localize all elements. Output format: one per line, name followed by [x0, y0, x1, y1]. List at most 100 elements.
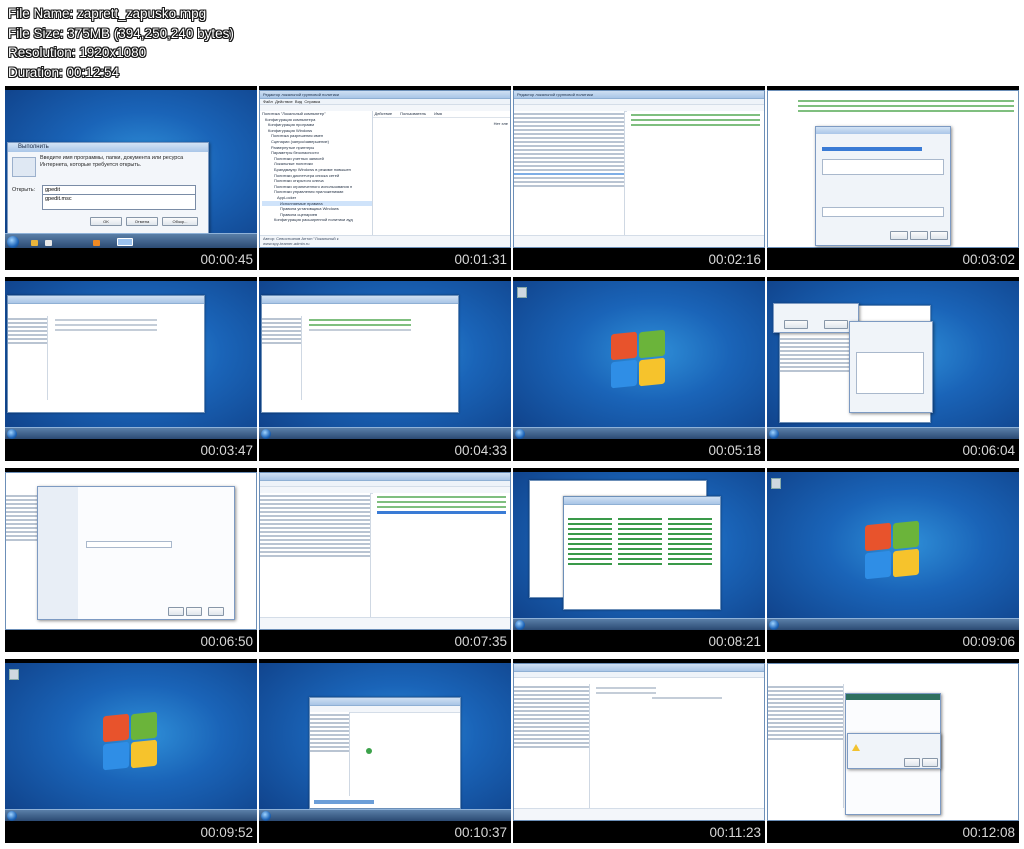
- settings-column: [568, 515, 612, 568]
- thumbnail-7[interactable]: 00:05:18: [513, 277, 765, 461]
- timestamp: 00:01:31: [454, 252, 507, 267]
- thumbnail-15[interactable]: 00:11:23: [513, 659, 765, 843]
- file-size: File Size: 375MB (394,250,240 bytes): [8, 25, 234, 41]
- busy-icon: [366, 748, 372, 754]
- start-orb-icon[interactable]: [769, 429, 779, 439]
- start-orb-icon[interactable]: [261, 811, 271, 821]
- description-field[interactable]: [822, 159, 944, 175]
- policy-tree: [8, 316, 49, 400]
- next-button[interactable]: [186, 607, 202, 616]
- recycle-bin-icon[interactable]: [9, 669, 19, 680]
- thumbnail-screen: Редактор локальной групповой политики: [513, 90, 765, 248]
- timestamp: 00:00:45: [200, 252, 253, 267]
- tree-item[interactable]: Конфигурация расширенной политики ауд: [262, 217, 372, 223]
- thumbnail-13[interactable]: 00:09:52: [5, 659, 257, 843]
- thumbnail-10[interactable]: 00:07:35: [259, 468, 511, 652]
- start-orb-icon[interactable]: [7, 811, 17, 821]
- taskbar: [767, 618, 1019, 630]
- menu-view[interactable]: Вид: [295, 99, 302, 104]
- column-name[interactable]: Имя: [434, 111, 442, 117]
- timestamp: 00:07:35: [454, 634, 507, 649]
- taskbar: [259, 427, 511, 439]
- start-orb-icon[interactable]: [515, 620, 525, 630]
- window-title: [260, 473, 510, 481]
- taskbar: [259, 809, 511, 821]
- column-action[interactable]: Действие: [375, 111, 393, 117]
- menu-action[interactable]: Действие: [275, 99, 293, 104]
- properties-list[interactable]: [856, 352, 924, 394]
- cancel-button[interactable]: [910, 231, 928, 240]
- menu-file[interactable]: Файл: [263, 99, 273, 104]
- yes-button[interactable]: [904, 758, 920, 767]
- thumbnail-2[interactable]: Редактор локальной групповой политики Фа…: [259, 86, 511, 270]
- dialog-button[interactable]: [824, 320, 848, 329]
- thumbnail-16[interactable]: 00:12:08: [767, 659, 1019, 843]
- thumbnail-8[interactable]: 00:06:04: [767, 277, 1019, 461]
- start-orb-icon[interactable]: [515, 429, 525, 439]
- windows-logo-icon: [609, 329, 667, 389]
- run-dialog-title: Выполнить: [8, 143, 208, 152]
- run-prompt: Введите имя программы, папки, документа …: [40, 155, 184, 168]
- explorer-icon[interactable]: [31, 240, 38, 246]
- policy-tree: [514, 111, 625, 235]
- media-icon[interactable]: [93, 240, 100, 246]
- timestamp: 00:05:18: [708, 443, 761, 458]
- warning-icon: [852, 744, 860, 751]
- run-suggestion[interactable]: gpedit.msc: [42, 194, 196, 210]
- start-orb-icon[interactable]: [769, 620, 779, 630]
- column-user[interactable]: Пользователь: [400, 111, 426, 117]
- recycle-bin-icon[interactable]: [517, 287, 527, 298]
- thumbnail-screen: [767, 90, 1019, 248]
- thumbnail-6[interactable]: 00:04:33: [259, 277, 511, 461]
- menu-help[interactable]: Справка: [304, 99, 320, 104]
- recycle-bin-icon[interactable]: [771, 478, 781, 489]
- gpedit-window: Редактор локальной групповой политики: [513, 90, 765, 248]
- permissions-dialog: [815, 126, 951, 246]
- timestamp: 00:09:52: [200, 825, 253, 840]
- thumbnail-4[interactable]: 00:03:02: [767, 86, 1019, 270]
- thumbnail-screen: Выполнить Введите имя программы, папки, …: [5, 90, 257, 248]
- dialog-header: [846, 694, 940, 700]
- run-task-icon[interactable]: [117, 238, 133, 246]
- wizard-steps: [38, 487, 78, 619]
- cancel-button[interactable]: Отмена: [126, 217, 158, 226]
- thumbnail-11[interactable]: 00:08:21: [513, 468, 765, 652]
- ok-button[interactable]: [890, 231, 908, 240]
- rules-list: [591, 684, 764, 808]
- timestamp: 00:10:37: [454, 825, 507, 840]
- selected-field[interactable]: [822, 147, 922, 151]
- thumbnail-12[interactable]: 00:09:06: [767, 468, 1019, 652]
- ok-button[interactable]: OK: [90, 217, 122, 226]
- user-field[interactable]: [822, 207, 944, 217]
- thumbnail-1[interactable]: Выполнить Введите имя программы, папки, …: [5, 86, 257, 270]
- thumbnail-3[interactable]: Редактор локальной групповой политики 00…: [513, 86, 765, 270]
- back-button[interactable]: [168, 607, 184, 616]
- window-title: Редактор локальной групповой политики: [514, 91, 764, 99]
- dialog-title: [816, 127, 950, 134]
- apply-button[interactable]: [930, 231, 948, 240]
- gpedit-window: Редактор локальной групповой политики Фа…: [259, 90, 511, 248]
- browse-button[interactable]: Обзор...: [162, 217, 198, 226]
- thumbnail-screen: [767, 281, 1019, 439]
- window-title: Редактор локальной групповой политики: [260, 91, 510, 99]
- rules-list: [51, 316, 161, 400]
- policy-tree: [514, 684, 590, 808]
- timestamp: 00:12:08: [962, 825, 1015, 840]
- no-button[interactable]: [922, 758, 938, 767]
- dialog-button[interactable]: [784, 320, 808, 329]
- timestamp: 00:11:23: [709, 825, 761, 840]
- start-orb-icon[interactable]: [261, 429, 271, 439]
- rules-list: Действие Пользователь Имя Нет эле: [372, 111, 510, 235]
- thumbnail-screen: [5, 663, 257, 821]
- thumbnail-9[interactable]: 00:06:50: [5, 468, 257, 652]
- thumbnail-14[interactable]: 00:10:37: [259, 659, 511, 843]
- start-orb-icon[interactable]: [7, 429, 17, 439]
- thumbnail-5[interactable]: 00:03:47: [5, 277, 257, 461]
- wizard-field[interactable]: [86, 541, 172, 548]
- cancel-button[interactable]: [208, 607, 224, 616]
- ie-icon[interactable]: [45, 240, 52, 246]
- start-orb-icon[interactable]: [7, 236, 19, 248]
- window-title: [8, 296, 204, 304]
- settings-column: [618, 515, 662, 568]
- site-watermark: www.spy-teamer-admin.ru: [263, 241, 310, 246]
